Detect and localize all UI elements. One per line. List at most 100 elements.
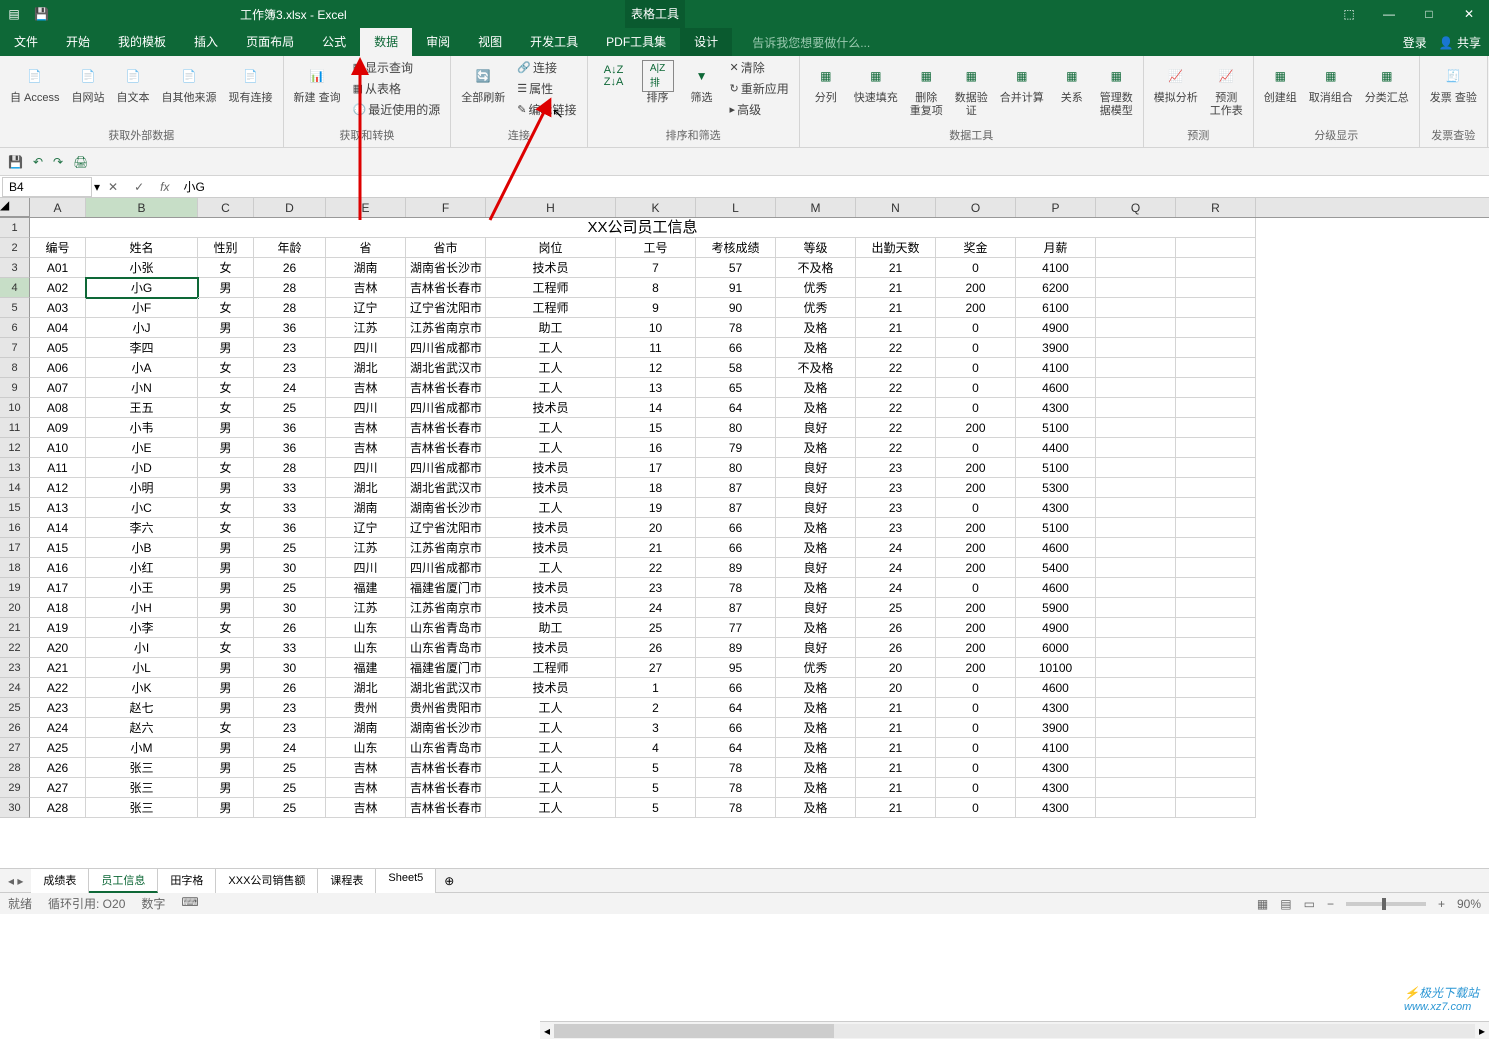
cell[interactable]: 78 [696, 778, 776, 798]
cell[interactable]: 23 [254, 358, 326, 378]
cell[interactable]: 技术员 [486, 598, 616, 618]
row-header-1[interactable]: 1 [0, 218, 30, 238]
cell[interactable] [1096, 438, 1176, 458]
cell[interactable]: 及格 [776, 718, 856, 738]
cell[interactable]: 24 [856, 538, 936, 558]
cell[interactable]: A10 [30, 438, 86, 458]
cell[interactable]: A06 [30, 358, 86, 378]
cell[interactable]: 26 [254, 618, 326, 638]
cell[interactable]: 江苏 [326, 538, 406, 558]
cell[interactable]: 4600 [1016, 578, 1096, 598]
cell[interactable]: 男 [198, 798, 254, 818]
cell[interactable]: 女 [198, 638, 254, 658]
cell[interactable]: 25 [254, 538, 326, 558]
cell[interactable]: 小李 [86, 618, 198, 638]
cell[interactable]: 吉林省长春市 [406, 438, 486, 458]
cell[interactable]: 0 [936, 718, 1016, 738]
cell[interactable]: 及格 [776, 678, 856, 698]
cell[interactable]: 男 [198, 558, 254, 578]
cell[interactable] [1176, 358, 1256, 378]
cell[interactable]: 工人 [486, 358, 616, 378]
cell[interactable] [1176, 478, 1256, 498]
cell[interactable]: 10100 [1016, 658, 1096, 678]
cell[interactable]: 吉林省长春市 [406, 798, 486, 818]
col-header-O[interactable]: O [936, 198, 1016, 217]
cell[interactable]: 山东省青岛市 [406, 638, 486, 658]
cell[interactable]: 及格 [776, 338, 856, 358]
cell[interactable] [1176, 298, 1256, 318]
qat-save-icon[interactable]: 💾 [28, 7, 55, 21]
cell[interactable]: 26 [856, 618, 936, 638]
cell[interactable]: 女 [198, 458, 254, 478]
cell[interactable] [1096, 678, 1176, 698]
cell[interactable]: 66 [696, 538, 776, 558]
cell[interactable]: 8 [616, 278, 696, 298]
tab-pdf[interactable]: PDF工具集 [592, 28, 680, 56]
row-header-26[interactable]: 26 [0, 718, 30, 738]
cell[interactable]: 0 [936, 778, 1016, 798]
enter-icon[interactable]: ✓ [126, 180, 152, 194]
title-cell[interactable]: XX公司员工信息 [30, 218, 1256, 238]
cell[interactable]: 小G [86, 278, 198, 298]
cell[interactable]: 赵七 [86, 698, 198, 718]
row-header-12[interactable]: 12 [0, 438, 30, 458]
col-header-D[interactable]: D [254, 198, 326, 217]
cell[interactable]: 吉林省长春市 [406, 278, 486, 298]
cell[interactable]: 65 [696, 378, 776, 398]
cell[interactable] [1096, 418, 1176, 438]
login-link[interactable]: 登录 [1403, 34, 1427, 51]
cell[interactable]: 0 [936, 398, 1016, 418]
cell[interactable]: 4900 [1016, 618, 1096, 638]
cell[interactable]: A13 [30, 498, 86, 518]
cell[interactable]: 湖北 [326, 678, 406, 698]
cell[interactable]: 技术员 [486, 578, 616, 598]
cell[interactable] [1176, 398, 1256, 418]
zoom-level[interactable]: 90% [1457, 897, 1481, 911]
cell[interactable]: 9 [616, 298, 696, 318]
cell[interactable] [1096, 458, 1176, 478]
cell[interactable]: 22 [856, 378, 936, 398]
cell[interactable]: 21 [856, 698, 936, 718]
cell[interactable]: 福建 [326, 578, 406, 598]
cell[interactable]: 奖金 [936, 238, 1016, 258]
cell[interactable]: 20 [856, 678, 936, 698]
cell[interactable]: 21 [856, 718, 936, 738]
cell[interactable] [1096, 318, 1176, 338]
cell[interactable]: 小红 [86, 558, 198, 578]
cell[interactable]: 36 [254, 318, 326, 338]
ribbon-options-icon[interactable]: ⬚ [1329, 0, 1369, 28]
cell[interactable]: 工人 [486, 718, 616, 738]
cell[interactable]: 小J [86, 318, 198, 338]
name-box[interactable] [2, 177, 92, 197]
cell[interactable]: 66 [696, 718, 776, 738]
cell[interactable]: 吉林省长春市 [406, 778, 486, 798]
cell[interactable]: 小韦 [86, 418, 198, 438]
zoom-in[interactable]: + [1438, 897, 1445, 911]
cell[interactable]: 25 [254, 758, 326, 778]
cell[interactable]: 四川省成都市 [406, 558, 486, 578]
cell[interactable]: 技术员 [486, 638, 616, 658]
col-header-N[interactable]: N [856, 198, 936, 217]
cell[interactable]: 四川 [326, 398, 406, 418]
connections[interactable]: 🔗 连接 [513, 58, 580, 77]
cell[interactable]: 200 [936, 458, 1016, 478]
cell[interactable]: 男 [198, 678, 254, 698]
cell[interactable]: 吉林 [326, 378, 406, 398]
cell[interactable]: 小H [86, 598, 198, 618]
cell[interactable]: 贵州 [326, 698, 406, 718]
cell[interactable]: 技术员 [486, 538, 616, 558]
cell[interactable]: 女 [198, 358, 254, 378]
cell[interactable]: 5100 [1016, 418, 1096, 438]
cell[interactable]: 200 [936, 478, 1016, 498]
cell[interactable]: 66 [696, 678, 776, 698]
cell[interactable] [1096, 518, 1176, 538]
cell[interactable]: 技术员 [486, 458, 616, 478]
cell[interactable]: 四川省成都市 [406, 398, 486, 418]
view-normal-icon[interactable]: ▦ [1257, 897, 1268, 911]
cell[interactable]: 男 [198, 578, 254, 598]
cell[interactable]: 男 [198, 658, 254, 678]
cell[interactable]: 张三 [86, 798, 198, 818]
cell[interactable]: 89 [696, 638, 776, 658]
cell[interactable]: 5100 [1016, 518, 1096, 538]
cell[interactable]: 四川 [326, 458, 406, 478]
